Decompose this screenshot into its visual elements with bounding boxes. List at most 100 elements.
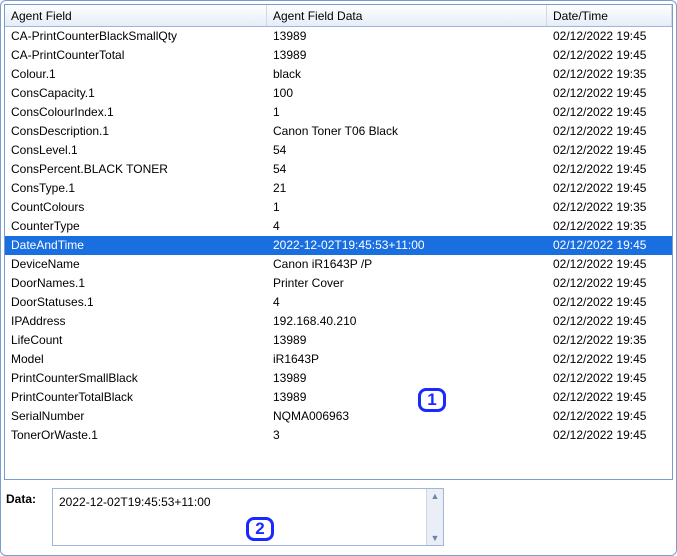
- cell-date-time: 02/12/2022 19:45: [547, 274, 672, 293]
- cell-agent-field: LifeCount: [5, 331, 267, 350]
- cell-date-time: 02/12/2022 19:45: [547, 122, 672, 141]
- scroll-down-icon[interactable]: ▼: [427, 531, 443, 545]
- table-row[interactable]: DateAndTime2022-12-02T19:45:53+11:0002/1…: [5, 236, 672, 255]
- cell-date-time: 02/12/2022 19:45: [547, 84, 672, 103]
- cell-agent-field: CountColours: [5, 198, 267, 217]
- agent-field-grid[interactable]: Agent Field Agent Field Data Date/Time C…: [4, 4, 673, 480]
- table-row[interactable]: TonerOrWaste.1302/12/2022 19:45: [5, 426, 672, 445]
- cell-agent-field-data: 4: [267, 217, 547, 236]
- cell-date-time: 02/12/2022 19:45: [547, 369, 672, 388]
- callout-1: 1: [418, 388, 446, 412]
- table-row[interactable]: ConsType.12102/12/2022 19:45: [5, 179, 672, 198]
- cell-agent-field-data: 100: [267, 84, 547, 103]
- cell-agent-field-data: Canon iR1643P /P: [267, 255, 547, 274]
- column-header-agent-field[interactable]: Agent Field: [5, 5, 267, 26]
- data-textarea-scrollbar[interactable]: ▲ ▼: [426, 489, 443, 545]
- cell-date-time: 02/12/2022 19:45: [547, 426, 672, 445]
- scroll-up-icon[interactable]: ▲: [427, 489, 443, 503]
- cell-date-time: 02/12/2022 19:45: [547, 27, 672, 46]
- cell-date-time: 02/12/2022 19:35: [547, 198, 672, 217]
- grid-body[interactable]: CA-PrintCounterBlackSmallQty1398902/12/2…: [5, 27, 672, 479]
- table-row[interactable]: ModeliR1643P02/12/2022 19:45: [5, 350, 672, 369]
- cell-date-time: 02/12/2022 19:45: [547, 255, 672, 274]
- table-row[interactable]: CA-PrintCounterTotal1398902/12/2022 19:4…: [5, 46, 672, 65]
- data-textarea-wrap: ▲ ▼ 2: [52, 488, 444, 546]
- callout-2: 2: [246, 517, 274, 541]
- cell-agent-field-data: 13989: [267, 369, 547, 388]
- cell-date-time: 02/12/2022 19:45: [547, 46, 672, 65]
- table-row[interactable]: DoorNames.1Printer Cover02/12/2022 19:45: [5, 274, 672, 293]
- table-row[interactable]: ConsCapacity.110002/12/2022 19:45: [5, 84, 672, 103]
- table-row[interactable]: DoorStatuses.1402/12/2022 19:45: [5, 293, 672, 312]
- cell-date-time: 02/12/2022 19:35: [547, 217, 672, 236]
- cell-agent-field: DateAndTime: [5, 236, 267, 255]
- cell-agent-field: CounterType: [5, 217, 267, 236]
- table-row[interactable]: ConsLevel.15402/12/2022 19:45: [5, 141, 672, 160]
- cell-date-time: 02/12/2022 19:45: [547, 388, 672, 407]
- cell-agent-field-data: 1: [267, 103, 547, 122]
- table-row[interactable]: ConsDescription.1Canon Toner T06 Black02…: [5, 122, 672, 141]
- cell-agent-field: DoorStatuses.1: [5, 293, 267, 312]
- table-row[interactable]: ConsColourIndex.1102/12/2022 19:45: [5, 103, 672, 122]
- cell-date-time: 02/12/2022 19:45: [547, 312, 672, 331]
- cell-agent-field-data: 13989: [267, 388, 547, 407]
- cell-agent-field-data: 3: [267, 426, 547, 445]
- cell-agent-field-data: 54: [267, 141, 547, 160]
- table-row[interactable]: ConsPercent.BLACK TONER5402/12/2022 19:4…: [5, 160, 672, 179]
- data-textarea[interactable]: [53, 489, 426, 545]
- table-row[interactable]: CountColours102/12/2022 19:35: [5, 198, 672, 217]
- cell-agent-field: CA-PrintCounterTotal: [5, 46, 267, 65]
- cell-date-time: 02/12/2022 19:45: [547, 350, 672, 369]
- cell-agent-field-data: NQMA006963: [267, 407, 547, 426]
- cell-agent-field: Colour.1: [5, 65, 267, 84]
- column-header-date-time[interactable]: Date/Time: [547, 5, 672, 26]
- cell-agent-field-data: 13989: [267, 27, 547, 46]
- table-row[interactable]: SerialNumberNQMA00696302/12/2022 19:45: [5, 407, 672, 426]
- cell-agent-field: Model: [5, 350, 267, 369]
- data-label: Data:: [6, 488, 46, 506]
- table-row[interactable]: CA-PrintCounterBlackSmallQty1398902/12/2…: [5, 27, 672, 46]
- cell-agent-field: ConsDescription.1: [5, 122, 267, 141]
- cell-agent-field-data: black: [267, 65, 547, 84]
- cell-agent-field: PrintCounterTotalBlack: [5, 388, 267, 407]
- table-row[interactable]: CounterType402/12/2022 19:35: [5, 217, 672, 236]
- cell-date-time: 02/12/2022 19:35: [547, 65, 672, 84]
- cell-agent-field-data: 21: [267, 179, 547, 198]
- cell-agent-field-data: 54: [267, 160, 547, 179]
- table-row[interactable]: IPAddress192.168.40.21002/12/2022 19:45: [5, 312, 672, 331]
- cell-agent-field: IPAddress: [5, 312, 267, 331]
- cell-date-time: 02/12/2022 19:45: [547, 179, 672, 198]
- cell-date-time: 02/12/2022 19:45: [547, 160, 672, 179]
- cell-agent-field: DeviceName: [5, 255, 267, 274]
- table-row[interactable]: DeviceNameCanon iR1643P /P02/12/2022 19:…: [5, 255, 672, 274]
- cell-date-time: 02/12/2022 19:45: [547, 141, 672, 160]
- cell-agent-field-data: iR1643P: [267, 350, 547, 369]
- cell-agent-field: TonerOrWaste.1: [5, 426, 267, 445]
- cell-date-time: 02/12/2022 19:45: [547, 236, 672, 255]
- cell-date-time: 02/12/2022 19:35: [547, 331, 672, 350]
- table-row[interactable]: Colour.1black02/12/2022 19:35: [5, 65, 672, 84]
- cell-agent-field-data: 2022-12-02T19:45:53+11:00: [267, 236, 547, 255]
- cell-agent-field-data: 4: [267, 293, 547, 312]
- data-section: Data: ▲ ▼ 2: [4, 486, 673, 552]
- cell-agent-field-data: 192.168.40.210: [267, 312, 547, 331]
- cell-agent-field: DoorNames.1: [5, 274, 267, 293]
- cell-agent-field: SerialNumber: [5, 407, 267, 426]
- cell-agent-field-data: 1: [267, 198, 547, 217]
- table-row[interactable]: PrintCounterSmallBlack1398902/12/2022 19…: [5, 369, 672, 388]
- grid-header: Agent Field Agent Field Data Date/Time: [5, 5, 672, 27]
- cell-date-time: 02/12/2022 19:45: [547, 293, 672, 312]
- cell-agent-field-data: Canon Toner T06 Black: [267, 122, 547, 141]
- table-row[interactable]: PrintCounterTotalBlack1398902/12/2022 19…: [5, 388, 672, 407]
- main-panel: Agent Field Agent Field Data Date/Time C…: [0, 0, 677, 556]
- cell-agent-field-data: 13989: [267, 46, 547, 65]
- table-row[interactable]: LifeCount1398902/12/2022 19:35: [5, 331, 672, 350]
- column-header-agent-field-data[interactable]: Agent Field Data: [267, 5, 547, 26]
- cell-agent-field-data: 13989: [267, 331, 547, 350]
- cell-agent-field: CA-PrintCounterBlackSmallQty: [5, 27, 267, 46]
- cell-agent-field-data: Printer Cover: [267, 274, 547, 293]
- cell-date-time: 02/12/2022 19:45: [547, 103, 672, 122]
- cell-agent-field: ConsPercent.BLACK TONER: [5, 160, 267, 179]
- cell-agent-field: ConsColourIndex.1: [5, 103, 267, 122]
- cell-agent-field: ConsCapacity.1: [5, 84, 267, 103]
